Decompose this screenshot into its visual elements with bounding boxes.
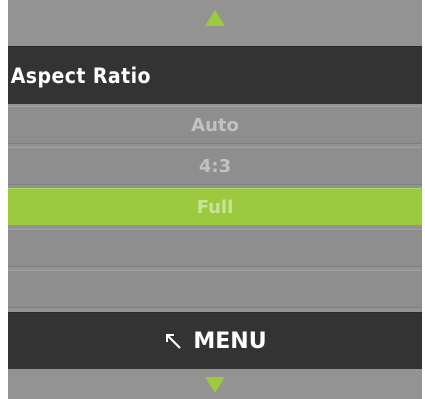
option-label: 4:3 [198,155,232,177]
back-to-menu-button[interactable]: MENU [8,312,422,369]
option-full[interactable]: Full [8,188,422,226]
arrow-up-left-icon [166,334,182,349]
option-empty-1[interactable] [8,229,422,267]
option-label: Full [196,196,234,218]
menu-title: Aspect Ratio [10,63,151,88]
scroll-down-button[interactable] [8,371,422,399]
option-4-3[interactable]: 4:3 [8,147,422,185]
option-empty-2[interactable] [8,270,422,308]
triangle-down-icon [205,377,225,393]
back-label: MENU [193,328,267,354]
osd-menu-panel: Aspect Ratio Auto 4:3 Full MENU [8,0,422,399]
option-auto[interactable]: Auto [8,106,422,144]
triangle-up-icon [205,10,225,26]
menu-header: Aspect Ratio [8,46,422,104]
scroll-up-button[interactable] [8,0,422,36]
option-label: Auto [191,114,239,136]
